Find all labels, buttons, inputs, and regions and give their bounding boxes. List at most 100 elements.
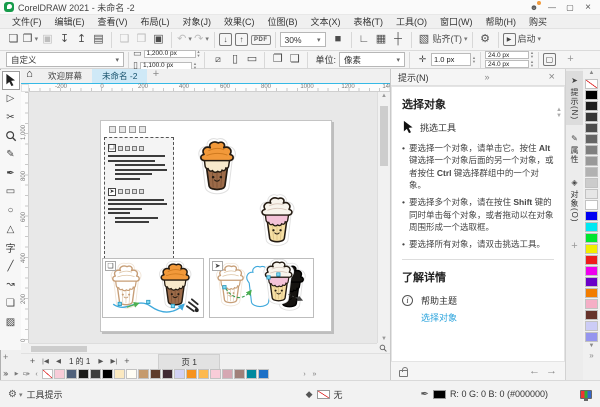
tab-untitled-2[interactable]: 未命名 -2 [92, 69, 147, 83]
doc-swatch[interactable] [126, 369, 137, 379]
page-width-field[interactable]: 1,200.0 px [144, 50, 196, 58]
select-objects-link[interactable]: 选择对象 [421, 313, 457, 323]
current-page-button[interactable]: ❏ [286, 51, 303, 69]
paste-button[interactable]: ❑ [116, 31, 133, 49]
portrait-button[interactable]: ▯ [226, 51, 243, 69]
add-docker-button[interactable]: + [571, 240, 577, 252]
palette-overflow[interactable]: » [589, 351, 593, 360]
fullscreen-preview-button[interactable]: ■ [330, 31, 347, 49]
palette-scroll-up[interactable]: ▲ [589, 69, 595, 78]
doc-swatch[interactable] [174, 369, 185, 379]
scroll-up-arrow[interactable]: ▲ [378, 93, 390, 99]
lock-icon[interactable] [399, 370, 408, 377]
units-select[interactable]: 像素 [339, 52, 405, 67]
swatch[interactable] [585, 123, 598, 133]
scroll-down-arrow[interactable]: ▼ [378, 336, 390, 342]
open-button[interactable]: ❐ [22, 31, 39, 49]
menu-buy[interactable]: 购买 [523, 15, 553, 28]
doc-swatch[interactable] [210, 369, 221, 379]
swatch[interactable] [585, 112, 598, 122]
doc-swatch[interactable] [246, 369, 257, 379]
publish-pdf-button[interactable]: PDF [251, 35, 271, 45]
docker-tab-properties[interactable]: ✎ 属性 [566, 129, 583, 169]
swatch[interactable] [585, 178, 598, 188]
ruler-origin-corner[interactable] [21, 84, 29, 92]
menu-layout[interactable]: 布局(L) [135, 15, 176, 28]
rectangle-tool[interactable]: ▭ [2, 183, 20, 202]
new-document-tab-button[interactable]: + [147, 65, 164, 83]
maximize-button[interactable]: ▢ [562, 1, 578, 13]
doc-swatch[interactable] [198, 369, 209, 379]
save-button[interactable]: ▣ [39, 31, 56, 49]
menu-text[interactable]: 文本(X) [305, 15, 347, 28]
drop-shadow-tool[interactable]: ❏ [2, 294, 20, 313]
new-document-button[interactable]: ❏ [5, 31, 22, 49]
launch-dropdown[interactable]: 启动 [518, 31, 542, 49]
swatch[interactable] [585, 321, 598, 331]
options-gear-button[interactable]: ⚙ [477, 31, 494, 49]
all-pages-button[interactable]: ❐ [269, 51, 286, 69]
doc-swatch[interactable] [102, 369, 113, 379]
zoom-area-button[interactable] [377, 343, 389, 353]
save-to-cloud-button[interactable]: ↥ [73, 31, 90, 49]
cupcake-pink-artwork[interactable] [253, 193, 301, 247]
swatch[interactable] [585, 200, 598, 210]
hint-forward-button[interactable]: → [546, 365, 557, 377]
doc-swatch[interactable] [66, 369, 77, 379]
export-button[interactable]: ↑ [235, 33, 248, 46]
palette-flyout-button[interactable]: » [2, 371, 11, 378]
swatch[interactable] [585, 244, 598, 254]
doc-swatch[interactable] [150, 369, 161, 379]
vertical-ruler[interactable]: 1,000 800 600 400 200 0 [21, 92, 29, 343]
customize-toolbox-button[interactable]: + [3, 352, 8, 362]
menu-effects[interactable]: 效果(C) [218, 15, 261, 28]
palette-scroll-down[interactable]: ▼ [589, 342, 595, 351]
dup-x-stepper[interactable]: ▲▼ [530, 51, 534, 58]
menu-help[interactable]: 帮助(H) [480, 15, 523, 28]
transparency-tool[interactable]: ▨ [2, 313, 20, 332]
close-button[interactable]: × [580, 1, 596, 13]
swatch[interactable] [585, 90, 598, 100]
swatch[interactable] [585, 189, 598, 199]
swatch[interactable] [585, 255, 598, 265]
crop-tool[interactable]: ✂ [2, 108, 20, 127]
last-page-button[interactable]: ▶| [108, 355, 119, 367]
undock-icon[interactable]: » [482, 72, 493, 82]
status-gear-icon[interactable]: ⚙ [8, 389, 22, 400]
pick-tool[interactable] [2, 71, 20, 90]
snap-state-icon[interactable]: ▧ [416, 31, 433, 49]
guidelines-toggle-button[interactable]: ┼ [390, 31, 407, 49]
treat-as-filled-button[interactable]: ▢ [543, 53, 556, 66]
docker-tab-objects[interactable]: ◈ 对象(O) [566, 173, 583, 228]
palette-scroll-right[interactable]: › [300, 371, 309, 378]
ellipse-tool[interactable]: ○ [2, 201, 20, 220]
landscape-button[interactable]: ▭ [243, 51, 260, 69]
docker-scroll-arrow[interactable]: ▲▼ [556, 107, 562, 119]
shape-tool[interactable]: ▷ [2, 90, 20, 109]
menu-file[interactable]: 文件(F) [6, 15, 48, 28]
swatch[interactable] [585, 134, 598, 144]
swatch[interactable] [585, 266, 598, 276]
add-page-button-right[interactable]: + [121, 355, 132, 367]
next-page-button[interactable]: ▶ [95, 355, 106, 367]
grid-toggle-button[interactable]: ▦ [373, 31, 390, 49]
menu-edit[interactable]: 编辑(E) [49, 15, 91, 28]
eyedropper-icon[interactable]: ✑ [22, 369, 31, 380]
docker-tab-hints[interactable]: ➤ 提示(N) [566, 71, 583, 125]
nudge-field[interactable]: 1.0 px [431, 53, 471, 66]
undo-button[interactable]: ↶ [176, 31, 193, 49]
menu-bitmaps[interactable]: 位图(B) [262, 15, 304, 28]
home-tab-icon[interactable]: ⌂ [21, 65, 38, 83]
outline-color-swatch[interactable] [433, 390, 446, 399]
doc-swatch[interactable] [186, 369, 197, 379]
cupcake-orange-artwork[interactable] [191, 137, 243, 195]
connector-tool[interactable]: ↝ [2, 276, 20, 295]
horizontal-scrollbar[interactable] [29, 343, 377, 353]
polygon-tool[interactable]: △ [2, 220, 20, 239]
menu-view[interactable]: 查看(V) [92, 15, 134, 28]
doc-swatch[interactable] [90, 369, 101, 379]
doc-swatch-none[interactable] [42, 369, 53, 379]
menu-tools[interactable]: 工具(O) [390, 15, 433, 28]
add-page-button[interactable]: + [27, 355, 38, 367]
doc-swatch[interactable] [54, 369, 65, 379]
